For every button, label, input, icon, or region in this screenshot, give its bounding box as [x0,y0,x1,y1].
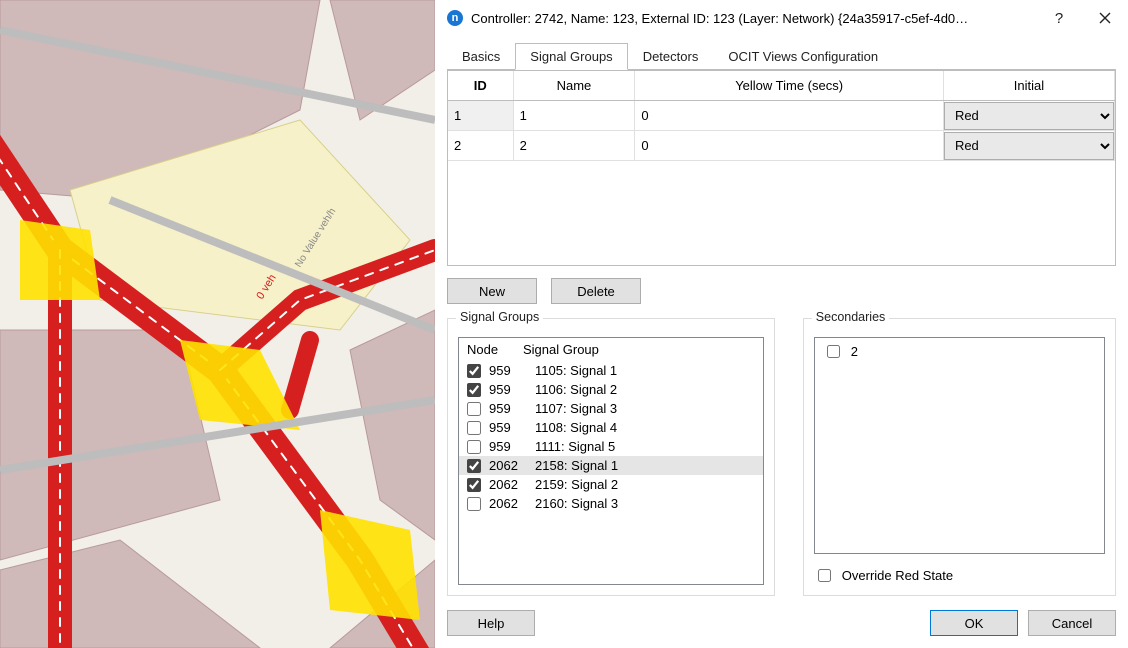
signal-group-label: 1107: Signal 3 [535,401,617,416]
signal-group-row[interactable]: 2062 2160: Signal 3 [459,494,763,513]
signal-group-node: 2062 [489,496,529,511]
signal-group-label: 1108: Signal 4 [535,420,617,435]
tab-bar: BasicsSignal GroupsDetectorsOCIT Views C… [447,42,1116,70]
tab-signal-groups[interactable]: Signal Groups [515,43,627,70]
signal-group-checkbox[interactable] [467,402,481,416]
window-title: Controller: 2742, Name: 123, External ID… [471,11,1036,26]
ok-button[interactable]: OK [930,610,1018,636]
help-icon[interactable]: ? [1036,0,1082,36]
signal-groups-panel: Signal Groups NodeSignal Group9591105: S… [447,318,775,596]
signal-groups-listbox[interactable]: NodeSignal Group 959 1105: Signal 1 959 1106… [458,337,764,585]
signal-group-row[interactable]: 959 1108: Signal 4 [459,418,763,437]
controller-dialog: n Controller: 2742, Name: 123, External … [435,0,1128,648]
signal-group-label: 2160: Signal 3 [535,496,618,511]
signal-group-node: 2062 [489,477,529,492]
initial-select[interactable]: RedGreenYellow [944,102,1114,130]
signal-group-checkbox[interactable] [467,421,481,435]
signal-group-node: 959 [489,439,529,454]
signal-group-checkbox[interactable] [467,383,481,397]
secondaries-listbox[interactable]: 2 [814,337,1105,554]
grid-cell[interactable]: 2 [513,131,635,161]
signal-group-node: 959 [489,420,529,435]
signal-group-checkbox[interactable] [467,364,481,378]
grid-cell-initial[interactable]: RedGreenYellow [943,101,1114,131]
listbox-header-node: Node [467,342,523,357]
grid-cell-initial[interactable]: RedGreenYellow [943,131,1114,161]
signal-group-node: 959 [489,363,529,378]
signal-group-row[interactable]: 2062 2158: Signal 1 [459,456,763,475]
tab-basics[interactable]: Basics [447,43,515,70]
map-canvas[interactable]: 0 veh No Value veh/h [0,0,435,648]
secondary-checkbox[interactable] [827,345,840,358]
grid-cell[interactable]: 1 [448,101,513,131]
secondaries-panel: Secondaries 2 Override Red State [803,318,1116,596]
grid-cell[interactable]: 1 [513,101,635,131]
secondaries-legend: Secondaries [812,310,890,324]
signal-group-row[interactable]: 959 1106: Signal 2 [459,380,763,399]
override-red-state[interactable]: Override Red State [814,566,1105,585]
initial-select[interactable]: RedGreenYellow [944,132,1114,160]
listbox-header-sg: Signal Group [523,342,599,357]
signal-group-checkbox[interactable] [467,459,481,473]
signal-group-checkbox[interactable] [467,478,481,492]
signal-group-row[interactable]: 959 1105: Signal 1 [459,361,763,380]
grid-cell[interactable]: 2 [448,131,513,161]
signal-group-checkbox[interactable] [467,497,481,511]
tab-detectors[interactable]: Detectors [628,43,714,70]
grid-header[interactable]: Yellow Time (secs) [635,71,944,101]
app-icon: n [447,10,463,26]
signal-group-node: 959 [489,382,529,397]
close-icon[interactable] [1082,0,1128,36]
grid-cell[interactable]: 0 [635,101,944,131]
signal-group-node: 959 [489,401,529,416]
signal-group-row[interactable]: 2062 2159: Signal 2 [459,475,763,494]
signal-groups-legend: Signal Groups [456,310,543,324]
title-bar: n Controller: 2742, Name: 123, External … [435,0,1128,36]
signal-group-label: 1106: Signal 2 [535,382,617,397]
grid-header[interactable]: Name [513,71,635,101]
grid-header[interactable]: ID [448,71,513,101]
tab-ocit-views-configuration[interactable]: OCIT Views Configuration [713,43,893,70]
signal-group-label: 2158: Signal 1 [535,458,618,473]
delete-button[interactable]: Delete [551,278,641,304]
signal-group-row[interactable]: 959 1107: Signal 3 [459,399,763,418]
secondary-label: 2 [851,344,858,359]
signal-group-grid[interactable]: IDNameYellow Time (secs)Initial110RedGre… [447,70,1116,266]
signal-group-label: 2159: Signal 2 [535,477,618,492]
override-checkbox[interactable] [818,569,831,582]
help-button[interactable]: Help [447,610,535,636]
signal-group-checkbox[interactable] [467,440,481,454]
override-label: Override Red State [842,568,953,583]
grid-cell[interactable]: 0 [635,131,944,161]
secondary-row[interactable]: 2 [815,338,1104,365]
signal-group-node: 2062 [489,458,529,473]
signal-group-row[interactable]: 959 1111: Signal 5 [459,437,763,456]
signal-group-label: 1105: Signal 1 [535,363,617,378]
new-button[interactable]: New [447,278,537,304]
cancel-button[interactable]: Cancel [1028,610,1116,636]
dialog-footer: Help OK Cancel [435,604,1128,648]
signal-group-label: 1111: Signal 5 [535,439,615,454]
grid-header[interactable]: Initial [943,71,1114,101]
